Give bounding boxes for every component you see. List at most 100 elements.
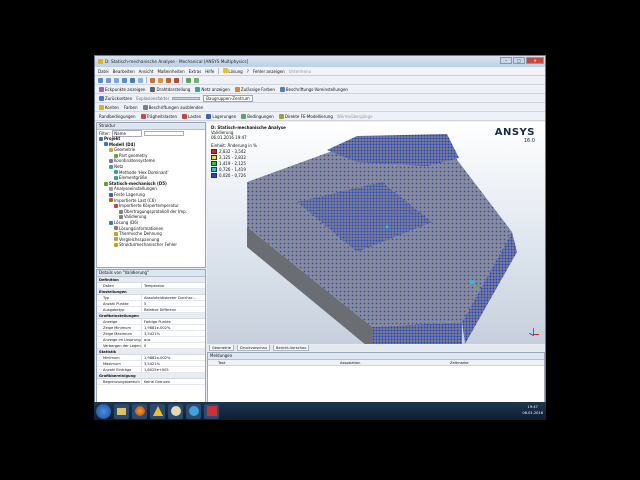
model-view[interactable]: [207, 122, 545, 344]
edges-button[interactable]: Konten: [98, 104, 120, 110]
filter-label: Filter:: [99, 130, 111, 136]
tree-node-icon: [114, 175, 118, 180]
zoom-box-icon[interactable]: [122, 77, 127, 83]
details-key: Anzahl Punkte: [97, 301, 142, 306]
hide-labels-button[interactable]: Beschriftungen ausblenden: [142, 104, 205, 110]
maximize-button[interactable]: □: [513, 57, 525, 64]
details-value[interactable]: Farbige Punkte: [142, 319, 205, 324]
window-title: D: Statisch-mechanische Analyse - Mechan…: [105, 59, 249, 64]
explode-slider[interactable]: [172, 96, 201, 100]
hotspot-green: [475, 285, 479, 289]
firefox-icon[interactable]: [132, 403, 147, 419]
fit-icon[interactable]: [130, 77, 135, 83]
submenu-item[interactable]: Untermenu: [289, 69, 312, 74]
close-button[interactable]: ✕: [526, 57, 544, 64]
col-text[interactable]: Text: [208, 360, 338, 365]
edges-icon: [99, 104, 104, 110]
edge-select-icon[interactable]: [166, 77, 171, 83]
view-icon[interactable]: [194, 77, 199, 83]
details-value[interactable]: 3,5421%: [142, 361, 205, 366]
tree-node-icon: [109, 220, 113, 225]
tree-node-icon: [99, 136, 103, 141]
explorer-icon[interactable]: [114, 403, 129, 419]
tree-node-icon: [114, 226, 118, 231]
start-button[interactable]: [96, 403, 111, 419]
tree-node-icon: [109, 147, 113, 152]
tree-node-icon: [114, 231, 118, 236]
show-mesh-button[interactable]: Netz anzeigen: [194, 86, 231, 92]
details-panel: Details von "Validierung" Definition Date…: [96, 269, 206, 406]
triad-icon[interactable]: [527, 326, 541, 340]
mesh-icon: [195, 86, 201, 92]
tab-report-preview[interactable]: Bericht-Vorschau: [273, 345, 310, 351]
solve-button[interactable]: Lösung: [223, 68, 243, 74]
details-value[interactable]: 1,9881e-002%: [142, 325, 205, 330]
toolbar-graphics: [95, 76, 545, 85]
menu-hilfe[interactable]: Hilfe: [205, 69, 214, 74]
tab-print-preview[interactable]: Druckvorschau: [237, 345, 271, 351]
details-key: Begrenzungsbereich: [97, 379, 142, 384]
pan-icon[interactable]: [106, 77, 111, 83]
details-value[interactable]: Absolute/diskreter Durchsc...: [142, 295, 205, 300]
inertial-loads-button[interactable]: Trägheitslasten: [140, 113, 178, 119]
face-select-icon[interactable]: [174, 77, 179, 83]
reset-button[interactable]: Zurücksetzen: [98, 95, 133, 101]
wireframe-button[interactable]: Drahtdarstellung: [149, 86, 191, 92]
details-value[interactable]: Temperatur: [142, 283, 205, 288]
vertices-icon: [99, 86, 104, 92]
tab-geometry[interactable]: Geometrie: [209, 345, 235, 351]
details-value[interactable]: 5: [142, 301, 205, 306]
details-value[interactable]: 0: [142, 343, 205, 348]
allowed-colors-button[interactable]: Zulässige Farben: [234, 86, 276, 92]
magnifier-icon[interactable]: [138, 77, 143, 83]
details-value[interactable]: 3,5421%: [142, 331, 205, 336]
details-value[interactable]: 1,9881e-002%: [142, 355, 205, 360]
ansys-workbench-icon[interactable]: [150, 403, 165, 419]
minimize-button[interactable]: –: [500, 57, 512, 64]
col-timestamp[interactable]: Zeitmarke: [448, 360, 544, 365]
hide-labels-icon: [142, 104, 148, 110]
help-button[interactable]: ?: [247, 69, 249, 74]
menu-bearbeiten[interactable]: Bearbeiten: [113, 69, 135, 74]
zoom-icon[interactable]: [114, 77, 119, 83]
details-value[interactable]: aus: [142, 337, 205, 342]
label-presets-button[interactable]: Beschriftungs-Voreinstellungen: [279, 86, 349, 92]
menu-extras[interactable]: Extras: [189, 69, 202, 74]
details-value[interactable]: Keine Grenzen: [142, 379, 205, 384]
colors-button[interactable]: Farben: [123, 105, 139, 110]
boundary-conditions-button[interactable]: Randbedingungen: [98, 114, 137, 119]
rotate-icon[interactable]: [98, 77, 103, 83]
system-clock[interactable]: 19:47 06.01.2016: [522, 404, 543, 416]
menu-ansicht[interactable]: Ansicht: [139, 69, 154, 74]
iso-view-icon[interactable]: [186, 77, 191, 83]
graphics-viewport[interactable]: D: Statisch-mechanische Analyse Validier…: [207, 122, 545, 344]
details-value[interactable]: 1,6025e+005: [142, 367, 205, 372]
col-association[interactable]: Assoziation: [338, 360, 448, 365]
show-vertices-button[interactable]: Eckpunkte anzeigen: [98, 86, 146, 92]
details-row[interactable]: Begrenzungsbereich Keine Grenzen: [97, 379, 205, 385]
paint-icon[interactable]: [168, 403, 183, 419]
mechanical-task-icon[interactable]: [204, 403, 219, 419]
tree-item[interactable]: Strukturmechanischer Fehler: [97, 242, 205, 248]
supports-button[interactable]: Lagerungen: [205, 113, 237, 119]
messages-panel: Meldungen Text Assoziation Zeitmarke: [207, 352, 545, 404]
clock-date: 06.01.2016: [522, 411, 543, 415]
tree-node-icon: [114, 170, 118, 175]
assembly-center-select[interactable]: Baugruppen-Zentrum: [203, 94, 253, 102]
direct-fe-button[interactable]: Direkte FE-Modellierung: [278, 113, 334, 119]
globe-icon[interactable]: [186, 403, 201, 419]
select-icon[interactable]: [150, 77, 155, 83]
loads-button[interactable]: Lasten: [181, 113, 202, 119]
vertex-select-icon[interactable]: [158, 77, 163, 83]
menu-masseinheiten[interactable]: Maßeinheiten: [157, 69, 184, 74]
heat-transfer-button[interactable]: Wärmeübergänge: [337, 114, 373, 119]
outline-panel: Struktur Filter: Name Projekt Modell (D4)…: [96, 122, 206, 268]
details-value[interactable]: Relative Differenz: [142, 307, 205, 312]
tree-node-icon: [104, 142, 108, 147]
wireframe-icon: [150, 86, 156, 92]
tree-node-icon: [119, 209, 123, 214]
conditions-button[interactable]: Bedingungen: [240, 113, 275, 119]
filter-search-input[interactable]: [144, 130, 185, 136]
menu-datei[interactable]: Datei: [98, 69, 109, 74]
show-errors-button[interactable]: Fehler anzeigen: [253, 69, 285, 74]
